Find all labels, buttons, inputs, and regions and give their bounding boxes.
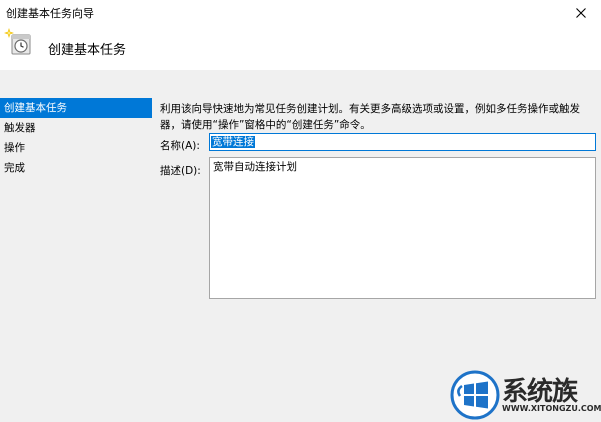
wizard-header: 创建基本任务 <box>0 26 601 70</box>
watermark: 系统族 WWW.XITONGZU.COM <box>450 368 601 422</box>
close-icon <box>576 8 586 18</box>
sidebar-item-label: 操作 <box>4 142 25 154</box>
description-field[interactable]: 宽带自动连接计划 <box>209 157 596 299</box>
name-label: 名称(A): <box>160 140 200 152</box>
windows-logo-icon <box>450 370 500 420</box>
wizard-steps-sidebar: 创建基本任务 触发器 操作 完成 <box>0 98 152 178</box>
wizard-content: 利用该向导快速地为常见任务创建计划。有关更多高级选项或设置，例如多任务操作或触发… <box>160 101 596 299</box>
sidebar-item-label: 触发器 <box>4 122 36 134</box>
name-field[interactable]: 宽带连接 <box>209 133 596 151</box>
sidebar-item-label: 创建基本任务 <box>4 102 67 114</box>
sidebar-item-label: 完成 <box>4 162 25 174</box>
watermark-text: 系统族 <box>502 377 578 407</box>
watermark-url: WWW.XITONGZU.COM <box>502 404 601 413</box>
name-field-value: 宽带连接 <box>211 136 255 148</box>
description-label: 描述(D): <box>160 165 201 177</box>
description-field-value: 宽带自动连接计划 <box>213 161 297 173</box>
sidebar-item-action[interactable]: 操作 <box>0 138 152 158</box>
task-clock-icon <box>4 28 31 55</box>
close-button[interactable] <box>561 0 601 26</box>
window-title: 创建基本任务向导 <box>6 7 94 20</box>
sidebar-item-create-basic-task[interactable]: 创建基本任务 <box>0 98 152 118</box>
intro-text: 利用该向导快速地为常见任务创建计划。有关更多高级选项或设置，例如多任务操作或触发… <box>160 103 580 131</box>
title-bar: 创建基本任务向导 <box>0 0 601 26</box>
sidebar-item-finish[interactable]: 完成 <box>0 158 152 178</box>
sidebar-item-trigger[interactable]: 触发器 <box>0 118 152 138</box>
page-title: 创建基本任务 <box>48 43 127 58</box>
